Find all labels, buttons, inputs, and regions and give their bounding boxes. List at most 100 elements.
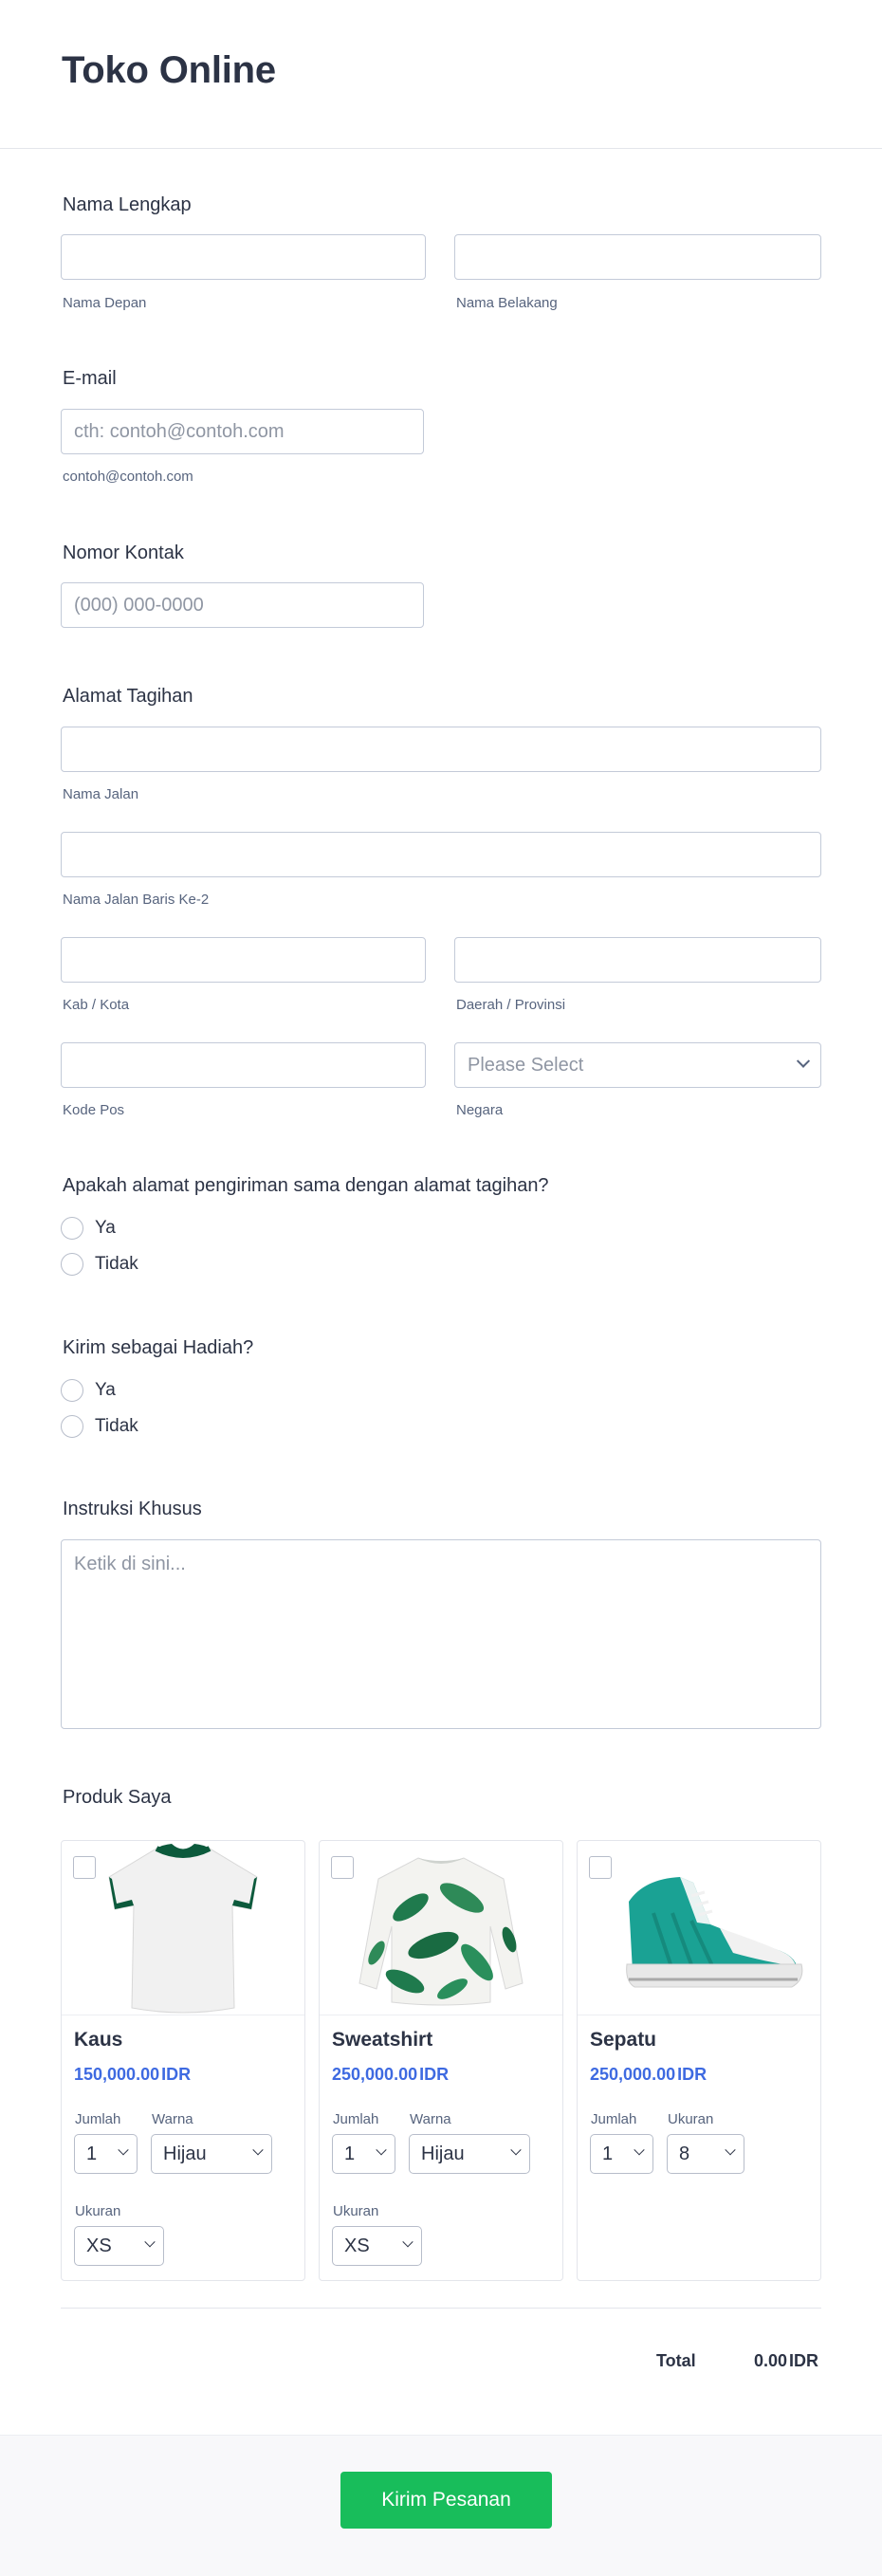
submit-order-button[interactable]: Kirim Pesanan [340, 2472, 552, 2529]
instructions-textarea[interactable] [61, 1539, 821, 1729]
product-name: Kaus [74, 2029, 123, 2051]
color-label: Warna [152, 2111, 193, 2127]
size-value: 8 [679, 2143, 690, 2164]
gift-question: Kirim sebagai Hadiah? [63, 1337, 254, 1358]
product-price: 250,000.00 IDR [590, 2065, 707, 2085]
same-address-option-ya[interactable]: Ya [61, 1217, 116, 1240]
product-image-sweatshirt [320, 1841, 562, 2015]
chevron-down-icon [376, 2144, 387, 2156]
radio-button[interactable] [61, 1217, 83, 1240]
radio-label: Ya [95, 1380, 116, 1400]
radio-label: Ya [95, 1218, 116, 1238]
first-name-input[interactable] [61, 234, 426, 280]
country-select[interactable]: Please Select [454, 1042, 821, 1088]
same-address-option-tidak[interactable]: Tidak [61, 1253, 138, 1276]
size-label: Ukuran [75, 2203, 121, 2219]
quantity-label: Jumlah [75, 2111, 121, 2127]
radio-button[interactable] [61, 1415, 83, 1438]
radio-button[interactable] [61, 1253, 83, 1276]
gift-option-ya[interactable]: Ya [61, 1379, 116, 1402]
phone-label: Nomor Kontak [63, 543, 184, 563]
chevron-down-icon [252, 2144, 264, 2156]
product-card-kaus[interactable]: Kaus 150,000.00 IDR Jumlah Warna 1 Hijau … [61, 1840, 305, 2281]
zip-sublabel: Kode Pos [63, 1102, 125, 1118]
phone-input[interactable] [61, 582, 424, 628]
color-value: Hijau [421, 2143, 465, 2164]
street-sublabel: Nama Jalan [63, 786, 139, 802]
price-value: 250,000.00 [332, 2065, 418, 2084]
product-checkbox[interactable] [589, 1856, 612, 1879]
quantity-select[interactable]: 1 [74, 2134, 138, 2174]
quantity-value: 1 [344, 2143, 356, 2164]
color-select[interactable]: Hijau [151, 2134, 272, 2174]
quantity-select[interactable]: 1 [332, 2134, 395, 2174]
sneaker-image [626, 1877, 803, 1988]
total-amount: 0.00 [754, 2351, 788, 2370]
size-select[interactable]: 8 [667, 2134, 744, 2174]
chevron-down-icon [118, 2144, 129, 2156]
price-value: 250,000.00 [590, 2065, 676, 2084]
product-name: Sweatshirt [332, 2029, 433, 2051]
product-card-sepatu[interactable]: Sepatu 250,000.00 IDR Jumlah Ukuran 1 8 [577, 1840, 821, 2281]
same-address-question: Apakah alamat pengiriman sama dengan ala… [63, 1175, 549, 1196]
color-label: Warna [410, 2111, 451, 2127]
size-select[interactable]: XS [74, 2226, 164, 2266]
total-value: 0.00 IDR [754, 2351, 818, 2371]
quantity-label: Jumlah [591, 2111, 637, 2127]
price-currency: IDR [161, 2065, 192, 2084]
state-sublabel: Daerah / Provinsi [456, 997, 566, 1013]
chevron-down-icon [510, 2144, 522, 2156]
price-currency: IDR [419, 2065, 450, 2084]
price-currency: IDR [677, 2065, 707, 2084]
product-name: Sepatu [590, 2029, 657, 2051]
instructions-label: Instruksi Khusus [63, 1499, 202, 1519]
billing-address-label: Alamat Tagihan [63, 686, 193, 707]
total-label: Total [656, 2351, 696, 2370]
last-name-input[interactable] [454, 234, 821, 280]
size-value: XS [86, 2235, 112, 2256]
gift-option-tidak[interactable]: Tidak [61, 1415, 138, 1438]
tshirt-image [108, 1844, 258, 2014]
quantity-label: Jumlah [333, 2111, 379, 2127]
product-image-tshirt [62, 1841, 304, 2015]
country-sublabel: Negara [456, 1102, 504, 1118]
price-value: 150,000.00 [74, 2065, 160, 2084]
product-checkbox[interactable] [331, 1856, 354, 1879]
email-label: E-mail [63, 368, 117, 389]
product-price: 150,000.00 IDR [74, 2065, 191, 2085]
street2-input[interactable] [61, 832, 821, 877]
first-name-sublabel: Nama Depan [63, 295, 147, 311]
product-card-sweatshirt[interactable]: Sweatshirt 250,000.00 IDR Jumlah Warna 1 … [319, 1840, 563, 2281]
size-label: Ukuran [333, 2203, 379, 2219]
product-checkbox[interactable] [73, 1856, 96, 1879]
chevron-down-icon [634, 2144, 645, 2156]
full-name-label: Nama Lengkap [63, 194, 192, 215]
city-input[interactable] [61, 937, 426, 983]
state-input[interactable] [454, 937, 821, 983]
email-input[interactable] [61, 409, 424, 454]
chevron-down-icon [402, 2236, 413, 2248]
zip-input[interactable] [61, 1042, 426, 1088]
last-name-sublabel: Nama Belakang [456, 295, 558, 311]
email-sublabel: contoh@contoh.com [63, 469, 193, 485]
city-sublabel: Kab / Kota [63, 997, 130, 1013]
chevron-down-icon [796, 1054, 811, 1068]
color-value: Hijau [163, 2143, 207, 2164]
street-input[interactable] [61, 727, 821, 772]
total-currency: IDR [789, 2351, 819, 2370]
total-divider [61, 2308, 821, 2309]
chevron-down-icon [144, 2236, 156, 2248]
size-value: XS [344, 2235, 370, 2256]
street2-sublabel: Nama Jalan Baris Ke-2 [63, 892, 210, 908]
product-price: 250,000.00 IDR [332, 2065, 449, 2085]
quantity-select[interactable]: 1 [590, 2134, 653, 2174]
color-select[interactable]: Hijau [409, 2134, 530, 2174]
country-select-placeholder: Please Select [468, 1054, 584, 1076]
radio-label: Tidak [95, 1254, 138, 1274]
radio-button[interactable] [61, 1379, 83, 1402]
product-image-shoe [578, 1841, 820, 2015]
size-select[interactable]: XS [332, 2226, 422, 2266]
quantity-value: 1 [86, 2143, 98, 2164]
sweatshirt-image [358, 1857, 524, 2006]
chevron-down-icon [725, 2144, 736, 2156]
